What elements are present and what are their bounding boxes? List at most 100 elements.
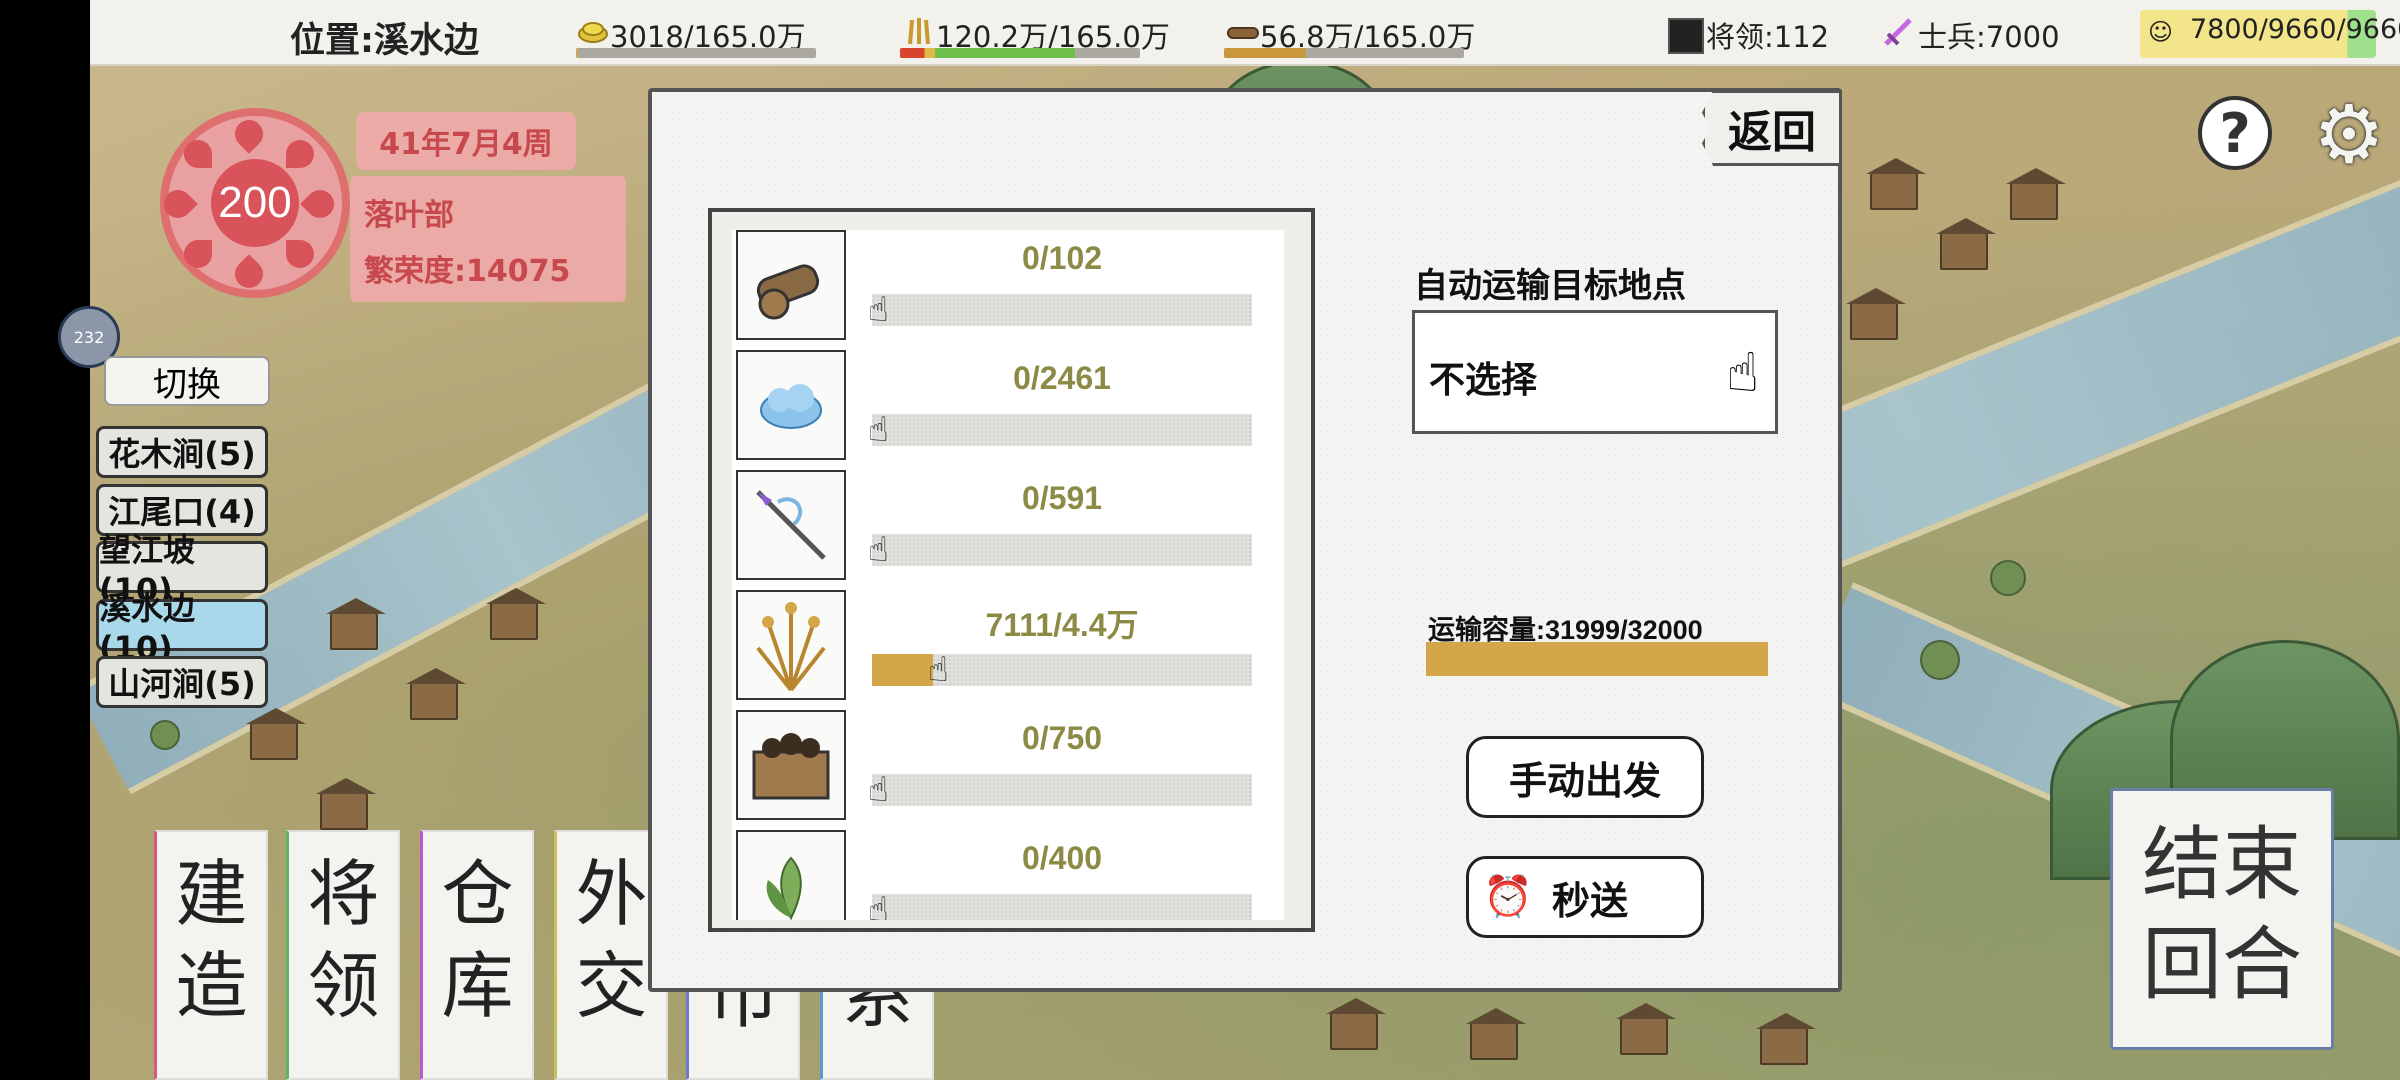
- generals-label: 将 领: [307, 852, 380, 1028]
- dial-petal: [286, 140, 314, 168]
- soldiers-count: 士兵:7000: [1918, 20, 2060, 54]
- map-building[interactable]: [246, 708, 306, 760]
- herb-icon: [736, 830, 846, 920]
- tribe-name: 落叶部: [364, 198, 454, 233]
- city-tab-label: 花木涧(5): [108, 435, 256, 473]
- dial-petal: [300, 184, 340, 224]
- slider-hand-icon[interactable]: ☝: [928, 650, 949, 690]
- wood-icon: [1227, 27, 1259, 39]
- wheat-icon: [736, 590, 846, 700]
- resource-slider[interactable]: ☝: [868, 530, 1252, 570]
- map-building[interactable]: [2006, 168, 2066, 220]
- slider-hand-icon[interactable]: ☝: [868, 530, 889, 570]
- switch-button[interactable]: 切换: [104, 356, 270, 406]
- location-label: 位置:溪水边: [290, 21, 479, 61]
- generals-button[interactable]: 将 领: [286, 830, 400, 1080]
- map-building[interactable]: [316, 778, 376, 830]
- dial-petal: [229, 254, 269, 294]
- resource-slider[interactable]: ☝: [868, 290, 1252, 330]
- tribe-panel: 落叶部 繁荣度:14075: [350, 176, 626, 302]
- settings-gear-icon[interactable]: ⚙: [2308, 94, 2390, 176]
- wood-progress-fill: [1224, 48, 1306, 58]
- resource-slider[interactable]: ☝: [868, 890, 1252, 920]
- season-dial[interactable]: 200: [158, 108, 350, 298]
- resource-item[interactable]: 0/400 ☝: [732, 830, 1284, 920]
- map-building[interactable]: [1756, 1013, 1816, 1065]
- back-button[interactable]: 返回: [1702, 90, 1842, 166]
- resource-slider[interactable]: ☝: [868, 770, 1252, 810]
- auto-transport-target-select[interactable]: 不选择 ☝: [1412, 310, 1778, 434]
- map-building[interactable]: [326, 598, 386, 650]
- city-tab-label: 溪水边(10): [99, 589, 196, 667]
- generals-count: 将领:112: [1706, 20, 1830, 54]
- diplomacy-label: 外 交: [575, 852, 648, 1028]
- resource-count: 7111/4.4万: [985, 607, 1139, 643]
- alarm-clock-icon: ⏰: [1483, 874, 1533, 920]
- sword-icon: [1884, 18, 1912, 46]
- city-tab-huamujian[interactable]: 花木涧(5): [96, 426, 268, 478]
- resource-list[interactable]: 0/102 ☝ 0/2461 ☝ 0/591 ☝ 7111/4.4万 ☝ 0/7…: [708, 208, 1315, 932]
- dial-petal: [184, 240, 212, 268]
- floating-badge-value: 232: [73, 327, 105, 347]
- city-tab-xishuibian[interactable]: 溪水边(10): [96, 589, 268, 667]
- map-building[interactable]: [406, 668, 466, 720]
- resource-item[interactable]: 0/591 ☝: [732, 470, 1284, 590]
- back-label: 返回: [1728, 107, 1816, 158]
- map-building[interactable]: [1846, 288, 1906, 340]
- date-panel: 41年7月4周: [356, 112, 576, 170]
- general-avatar-icon: [1668, 18, 1704, 54]
- gold-progress-bar: [576, 48, 816, 58]
- manual-depart-button[interactable]: 手动出发: [1466, 736, 1704, 818]
- warehouse-label: 仓 库: [441, 852, 514, 1028]
- grain-progress-bar: [900, 48, 1140, 58]
- resource-item[interactable]: 7111/4.4万 ☝: [732, 590, 1284, 710]
- resource-item[interactable]: 0/750 ☝: [732, 710, 1284, 830]
- prosperity-label: 繁荣度:14075: [364, 254, 571, 289]
- slider-hand-icon[interactable]: ☝: [868, 290, 889, 330]
- tree: [150, 720, 180, 750]
- resource-slider[interactable]: ☝: [868, 410, 1252, 450]
- switch-label: 切换: [153, 364, 221, 405]
- gold-progress-fill: [576, 48, 579, 58]
- resource-count: 0/102: [1021, 240, 1103, 276]
- target-select-value: 不选择: [1429, 360, 1538, 401]
- resource-slider[interactable]: ☝: [872, 650, 1252, 690]
- crystal-spear-icon: [736, 470, 846, 580]
- dial-petal: [286, 240, 314, 268]
- slider-hand-icon[interactable]: ☝: [868, 890, 889, 920]
- dial-value: 200: [211, 159, 299, 247]
- map-building[interactable]: [1466, 1008, 1526, 1060]
- population-icon: ☺: [2148, 18, 2174, 46]
- resource-count: 0/750: [1021, 720, 1103, 756]
- end-turn-button[interactable]: 结束 回合: [2110, 788, 2334, 1050]
- resource-count: 0/591: [1021, 480, 1103, 516]
- map-building[interactable]: [1866, 158, 1926, 210]
- slider-hand-icon[interactable]: ☝: [868, 770, 889, 810]
- help-icon[interactable]: ?: [2198, 96, 2272, 170]
- dial-petal: [184, 140, 212, 168]
- auto-transport-target-label: 自动运输目标地点: [1414, 266, 1686, 306]
- build-label: 建 造: [175, 852, 248, 1028]
- resource-slider-fill: [872, 654, 933, 686]
- tree: [1920, 640, 1960, 680]
- dial-petal: [229, 114, 269, 154]
- instant-send-button[interactable]: ⏰ 秒送: [1466, 856, 1704, 938]
- build-button[interactable]: 建 造: [154, 830, 268, 1080]
- map-building[interactable]: [486, 588, 546, 640]
- cloud-icon: [736, 350, 846, 460]
- map-building[interactable]: [1936, 218, 1996, 270]
- city-tab-shanhejian[interactable]: 山河涧(5): [96, 656, 268, 708]
- map-building[interactable]: [1616, 1003, 1676, 1055]
- warehouse-button[interactable]: 仓 库: [420, 830, 534, 1080]
- slider-hand-icon[interactable]: ☝: [868, 410, 889, 450]
- ore-crate-icon: [736, 710, 846, 820]
- resource-item[interactable]: 0/2461 ☝: [732, 350, 1284, 470]
- map-building[interactable]: [1326, 998, 1386, 1050]
- resource-item[interactable]: 0/102 ☝: [732, 230, 1284, 350]
- resource-list-scroll[interactable]: 0/102 ☝ 0/2461 ☝ 0/591 ☝ 7111/4.4万 ☝ 0/7…: [732, 230, 1284, 920]
- wood-progress-bar: [1224, 48, 1464, 58]
- population-value: 7800/9660/9660: [2190, 14, 2400, 45]
- instant-send-label: 秒送: [1551, 878, 1628, 923]
- city-tab-label: 山河涧(5): [108, 665, 256, 703]
- pointer-hand-icon: ☝: [1726, 341, 1759, 404]
